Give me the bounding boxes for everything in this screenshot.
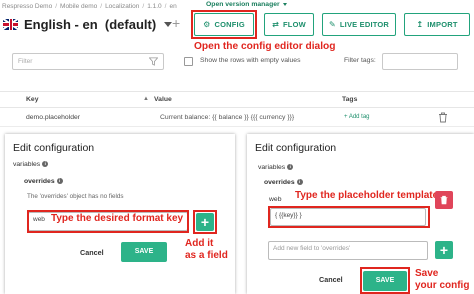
column-header-tags: Tags bbox=[342, 96, 358, 103]
variables-text: variables bbox=[258, 164, 286, 171]
row-key: demo.placeholder bbox=[26, 114, 81, 121]
caret-down-icon bbox=[164, 21, 173, 27]
filter-tags-label: Filter tags: bbox=[344, 57, 376, 64]
breadcrumb: Respresso Demo / Mobile demo / Localizatio… bbox=[2, 1, 180, 11]
empty-overrides-note: The 'overrides' object has no fields bbox=[27, 193, 124, 200]
language-select[interactable]: English - en (default) bbox=[3, 15, 173, 33]
chevron-down-icon bbox=[282, 2, 287, 6]
table-header: Key ▲ Value Tags bbox=[0, 91, 474, 108]
funnel-icon bbox=[149, 57, 158, 66]
web-field-label: web bbox=[269, 196, 282, 203]
config-highlight-box bbox=[191, 10, 257, 39]
edit-config-dialog-left: Edit configuration variables i overrides i… bbox=[5, 134, 235, 294]
overrides-label: overrides i bbox=[24, 178, 63, 185]
live-editor-button[interactable]: ✎ LIVE EDITOR bbox=[322, 13, 396, 36]
annotation-add-field-1: Add it bbox=[185, 238, 214, 249]
cancel-button[interactable]: Cancel bbox=[80, 248, 104, 257]
table-row[interactable]: demo.placeholder Current balance: {{ bal… bbox=[0, 109, 474, 127]
language-name: English - en bbox=[24, 16, 98, 32]
variables-text: variables bbox=[13, 161, 41, 168]
filter-placeholder: Filter bbox=[18, 58, 33, 65]
overrides-text: overrides bbox=[24, 178, 55, 185]
flow-button-label: FLOW bbox=[283, 20, 306, 29]
annotation-save-2: your config bbox=[415, 280, 470, 291]
upload-icon: ↥ bbox=[416, 20, 424, 29]
annotation-placeholder-template: Type the placeholder template bbox=[295, 190, 439, 201]
info-icon: i bbox=[296, 179, 303, 186]
uk-flag-icon bbox=[3, 18, 18, 30]
breadcrumb-item[interactable]: Mobile demo bbox=[60, 3, 97, 10]
annotation-save-1: Save bbox=[415, 268, 439, 279]
column-header-key[interactable]: Key bbox=[26, 96, 38, 103]
delete-field-button[interactable] bbox=[435, 191, 453, 209]
empty-rows-label: Show the rows with empty values bbox=[200, 57, 301, 64]
add-field-highlight-box bbox=[193, 210, 217, 234]
variables-label: variables i bbox=[13, 161, 49, 168]
add-language-button[interactable]: + bbox=[172, 15, 180, 31]
filter-input[interactable]: Filter bbox=[12, 53, 164, 70]
save-button[interactable]: SAVE bbox=[121, 242, 167, 262]
plus-icon: + bbox=[439, 242, 449, 258]
import-button[interactable]: ↥ IMPORT bbox=[404, 13, 470, 36]
new-field-input[interactable]: Add new field to 'overrides' bbox=[268, 241, 428, 260]
trash-icon bbox=[440, 195, 448, 205]
version-manager-label: Open version manager bbox=[206, 1, 280, 8]
column-header-value[interactable]: Value bbox=[154, 96, 172, 103]
flow-button[interactable]: ⇄ FLOW bbox=[264, 13, 314, 36]
breadcrumb-item[interactable]: 1.1.0 bbox=[147, 3, 161, 10]
filter-tags-input[interactable] bbox=[382, 53, 458, 70]
breadcrumb-separator: / bbox=[55, 2, 58, 10]
row-value[interactable]: Current balance: {{ balance }} {{{ curre… bbox=[160, 114, 294, 121]
breadcrumb-item[interactable]: Localization bbox=[105, 3, 139, 10]
version-manager-link[interactable]: Open version manager bbox=[206, 1, 287, 8]
annotation-add-field-2: as a field bbox=[185, 250, 228, 261]
breadcrumb-item: en bbox=[169, 2, 177, 10]
dialog-title: Edit configuration bbox=[13, 142, 95, 154]
live-editor-button-label: LIVE EDITOR bbox=[339, 20, 390, 29]
add-field-button[interactable]: + bbox=[435, 241, 453, 259]
info-icon: i bbox=[42, 161, 49, 168]
dialog-title: Edit configuration bbox=[255, 142, 337, 154]
info-icon: i bbox=[287, 164, 294, 171]
trash-icon[interactable] bbox=[438, 112, 448, 123]
cancel-button[interactable]: Cancel bbox=[319, 275, 343, 284]
new-field-placeholder: Add new field to 'overrides' bbox=[273, 245, 351, 252]
info-icon: i bbox=[56, 178, 63, 185]
language-default-suffix: (default) bbox=[104, 16, 157, 32]
breadcrumb-separator: / bbox=[142, 2, 145, 10]
overrides-label: overrides i bbox=[264, 179, 303, 186]
add-tag-link[interactable]: + Add tag bbox=[344, 114, 370, 120]
language-label: English - en (default) bbox=[24, 17, 156, 32]
empty-rows-checkbox[interactable] bbox=[184, 57, 193, 66]
annotation-config: Open the config editor dialog bbox=[194, 41, 336, 52]
edit-config-dialog-right: Edit configuration variables i overrides i… bbox=[247, 134, 474, 294]
overrides-text: overrides bbox=[264, 179, 295, 186]
variables-label: variables i bbox=[258, 164, 294, 171]
annotation-format-key: Type the desired format key bbox=[51, 213, 184, 224]
flow-icon: ⇄ bbox=[272, 20, 279, 29]
import-button-label: IMPORT bbox=[427, 20, 458, 29]
edit-icon: ✎ bbox=[328, 20, 336, 29]
breadcrumb-separator: / bbox=[164, 2, 167, 10]
breadcrumb-separator: / bbox=[100, 2, 103, 10]
sort-arrow-icon[interactable]: ▲ bbox=[143, 96, 149, 102]
save-highlight-box bbox=[360, 267, 410, 294]
template-highlight-box bbox=[268, 206, 430, 228]
breadcrumb-item[interactable]: Respresso Demo bbox=[2, 3, 52, 10]
